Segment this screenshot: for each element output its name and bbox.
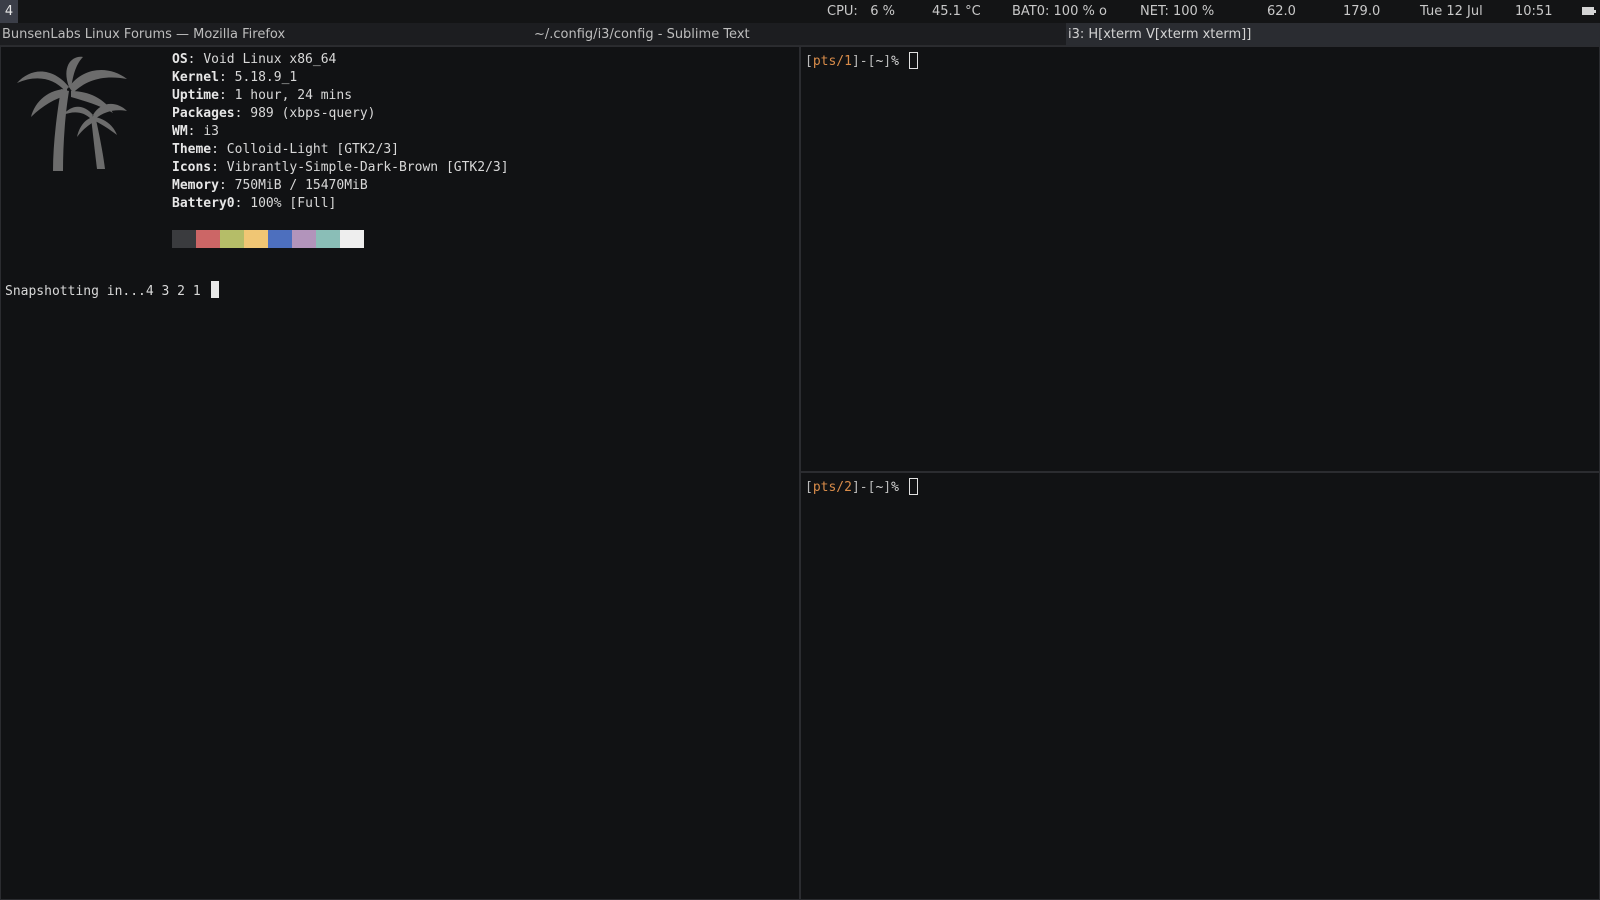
fetch-line-uptime: Uptime: 1 hour, 24 mins [172,87,509,105]
temperature-status: 45.1 °C [932,4,981,19]
fetch-line-theme: Theme: Colloid-Light [GTK2/3] [172,141,509,159]
prompt-tty: pts/1 [812,54,852,69]
terminal-cursor [908,478,918,495]
battery-icon[interactable] [1582,7,1596,15]
fetch-key: OS [172,52,188,67]
fetch-separator: : [187,52,204,67]
fetch-key: WM [172,124,188,139]
fetch-separator: : [211,142,227,157]
fetch-line-packages: Packages: 989 (xbps-query) [172,105,509,123]
color-palette [172,230,364,248]
fetch-key: Icons [172,160,212,175]
fetch-value: Colloid-Light [GTK2/3] [226,142,399,157]
clock-status: 10:51 [1515,4,1553,19]
snapshot-line: Snapshotting in...4 3 2 1 [5,281,219,301]
color-swatch [196,230,220,248]
palm-tree-logo-icon [17,56,127,171]
fetch-line-memory: Memory: 750MiB / 15470MiB [172,177,509,195]
color-swatch [244,230,268,248]
color-swatch [292,230,316,248]
prompt-bracket: ] [883,54,892,69]
terminal-cursor [908,52,918,69]
terminal-bottom-right-pane[interactable]: [pts/2]-[~]% [800,472,1600,900]
tab-sublime-text[interactable]: ~/.config/i3/config - Sublime Text [534,23,1064,46]
fetch-value: 750MiB / 15470MiB [234,178,368,193]
fetch-separator: : [218,178,235,193]
color-swatch [268,230,292,248]
tab-firefox[interactable]: BunsenLabs Linux Forums — Mozilla Firefo… [2,23,532,46]
cpu-status: CPU: 6 % [827,4,895,19]
tab-i3-container[interactable]: i3: H[xterm V[xterm xterm]] [1066,23,1600,46]
value-status-2: 179.0 [1343,4,1381,19]
fetch-value: Void Linux x86_64 [203,52,337,67]
fetch-key: Theme [172,142,212,157]
fetch-line-wm: WM: i3 [172,123,509,141]
fetch-separator: : [218,70,235,85]
workspace-button[interactable]: 4 [0,0,18,23]
shell-prompt: [pts/1]-[~]% [805,52,918,71]
fetch-separator: : [218,88,235,103]
fetch-key: Kernel [172,70,219,85]
value-status-1: 62.0 [1267,4,1296,19]
battery-status: BAT0: 100 % o [1012,4,1107,19]
fetch-line-icons: Icons: Vibrantly-Simple-Dark-Brown [GTK2… [172,159,509,177]
status-bar: 4 CPU: 6 % 45.1 °C BAT0: 100 % o NET: 10… [0,0,1600,23]
fetch-value: 1 hour, 24 mins [234,88,353,103]
color-swatch [220,230,244,248]
prompt-bracket: ]-[ [851,480,876,495]
fetch-value: 5.18.9_1 [234,70,298,85]
window-tab-bar: BunsenLabs Linux Forums — Mozilla Firefo… [0,23,1600,46]
fetch-value: 989 (xbps-query) [250,106,376,121]
prompt-tty: pts/2 [812,480,852,495]
terminal-left-pane[interactable]: OS: Void Linux x86_64 Kernel: 5.18.9_1 U… [0,46,800,900]
fetch-line-os: OS: Void Linux x86_64 [172,51,509,69]
fetch-key: Battery0 [172,196,235,211]
snapshot-text: Snapshotting in...4 3 2 1 [5,284,201,299]
fetch-key: Uptime [172,88,219,103]
fetch-value: i3 [203,124,219,139]
fetch-key: Memory [172,178,219,193]
color-swatch [316,230,340,248]
prompt-symbol: % [891,54,899,69]
prompt-symbol: % [891,480,899,495]
network-status: NET: 100 % [1140,4,1215,19]
prompt-bracket: [ [805,54,813,69]
fetch-value: Vibrantly-Simple-Dark-Brown [GTK2/3] [226,160,509,175]
fetch-separator: : [187,124,204,139]
fetch-line-kernel: Kernel: 5.18.9_1 [172,69,509,87]
color-swatch [172,230,196,248]
prompt-bracket: ]-[ [851,54,876,69]
fetch-line-battery: Battery0: 100% [Full] [172,195,509,213]
prompt-bracket: ] [883,480,892,495]
fetch-value: 100% [Full] [250,196,337,211]
color-swatch [340,230,364,248]
terminal-top-right-pane[interactable]: [pts/1]-[~]% [800,46,1600,472]
shell-prompt: [pts/2]-[~]% [805,478,918,497]
date-status: Tue 12 Jul [1420,4,1483,19]
fetch-output: OS: Void Linux x86_64 Kernel: 5.18.9_1 U… [172,51,509,213]
fetch-separator: : [234,196,251,211]
terminal-cursor [210,281,219,298]
fetch-separator: : [211,160,227,175]
fetch-separator: : [234,106,251,121]
prompt-bracket: [ [805,480,813,495]
fetch-key: Packages [172,106,235,121]
